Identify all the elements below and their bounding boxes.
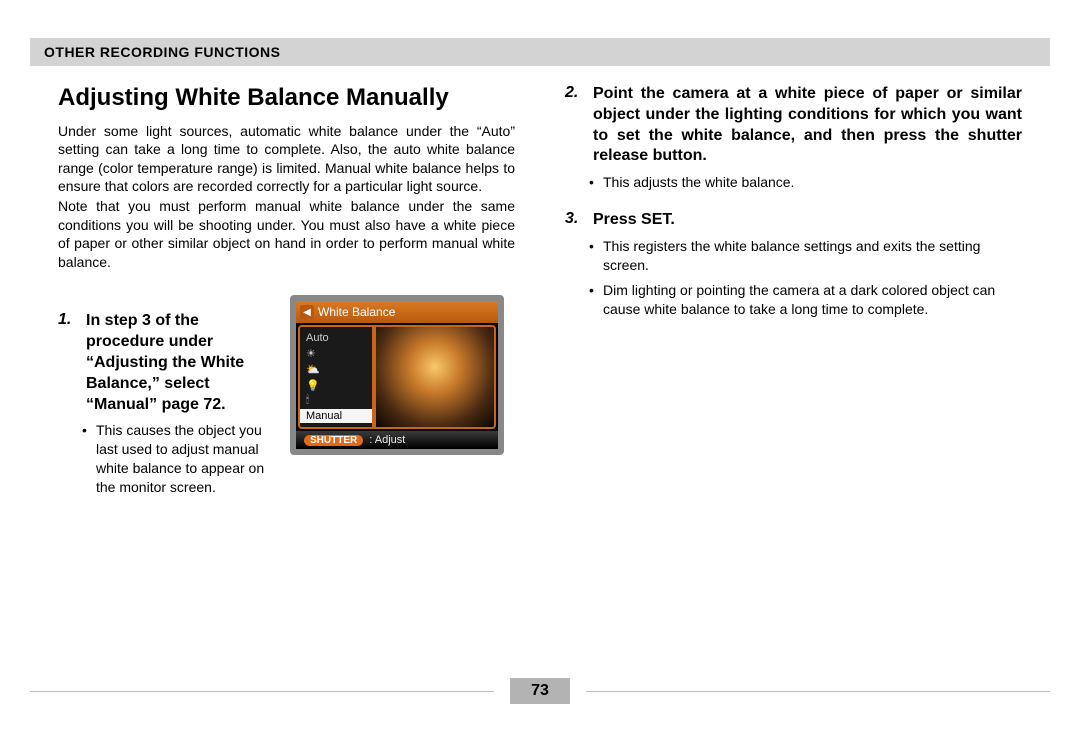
- step-1-number: 1.: [58, 311, 78, 415]
- wb-option-icon-4: 🕯: [306, 394, 366, 408]
- page-title: Adjusting White Balance Manually: [58, 84, 515, 112]
- step-2-number: 2.: [565, 84, 585, 167]
- right-column: 2. Point the camera at a white piece of …: [565, 84, 1022, 660]
- intro-paragraph-2: Note that you must perform manual white …: [58, 197, 515, 271]
- step-3-number: 3.: [565, 210, 585, 231]
- section-header-band: OTHER RECORDING FUNCTIONS: [30, 38, 1050, 66]
- left-column: Adjusting White Balance Manually Under s…: [58, 84, 515, 660]
- wb-option-icon-2: ⛅: [306, 363, 366, 377]
- wb-preview-image: [374, 325, 496, 429]
- wb-option-icon-3: 💡: [306, 378, 366, 392]
- wb-option-manual: Manual: [300, 409, 372, 423]
- step-2-sub: This adjusts the white balance.: [565, 173, 1022, 192]
- wb-option-icon-1: ☀: [306, 347, 366, 361]
- camera-screen-footer: SHUTTER : Adjust: [296, 431, 498, 449]
- footer-adjust-label: : Adjust: [369, 434, 405, 446]
- wb-option-list: Auto ☀ ⛅ 💡 🕯 Manual: [298, 325, 374, 429]
- wb-option-auto: Auto: [306, 331, 366, 345]
- manual-page: OTHER RECORDING FUNCTIONS Adjusting Whit…: [0, 0, 1080, 730]
- step-3-instruction: Press SET.: [593, 210, 675, 231]
- step-1-sub: This causes the object you last used to …: [58, 421, 272, 497]
- step-1: 1. In step 3 of the procedure under “Adj…: [58, 311, 272, 415]
- camera-screen-title: White Balance: [318, 305, 395, 319]
- step-3-sub-2: Dim lighting or pointing the camera at a…: [565, 281, 1022, 319]
- step-1-text: 1. In step 3 of the procedure under “Adj…: [58, 293, 272, 497]
- step-3: 3. Press SET.: [565, 210, 1022, 231]
- step-1-row: 1. In step 3 of the procedure under “Adj…: [58, 293, 515, 497]
- intro-paragraph-1: Under some light sources, automatic whit…: [58, 122, 515, 196]
- content-columns: Adjusting White Balance Manually Under s…: [58, 84, 1022, 660]
- step-3-sub-1: This registers the white balance setting…: [565, 237, 1022, 275]
- section-header-label: OTHER RECORDING FUNCTIONS: [30, 44, 281, 60]
- shutter-pill: SHUTTER: [304, 435, 363, 446]
- step-1-instruction: In step 3 of the procedure under “Adjust…: [86, 311, 272, 415]
- camera-screen: ◀ White Balance Auto ☀ ⛅ 💡 🕯 Manual: [290, 295, 504, 455]
- camera-screen-body: Auto ☀ ⛅ 💡 🕯 Manual: [296, 323, 498, 431]
- camera-screen-header: ◀ White Balance: [296, 301, 498, 323]
- back-arrow-icon: ◀: [300, 305, 314, 319]
- footer-rule-right: [586, 691, 1050, 692]
- footer-rule-left: [30, 691, 494, 692]
- camera-screenshot: ◀ White Balance Auto ☀ ⛅ 💡 🕯 Manual: [290, 295, 504, 497]
- step-2-instruction: Point the camera at a white piece of pap…: [593, 84, 1022, 167]
- page-number: 73: [510, 678, 570, 704]
- step-2: 2. Point the camera at a white piece of …: [565, 84, 1022, 167]
